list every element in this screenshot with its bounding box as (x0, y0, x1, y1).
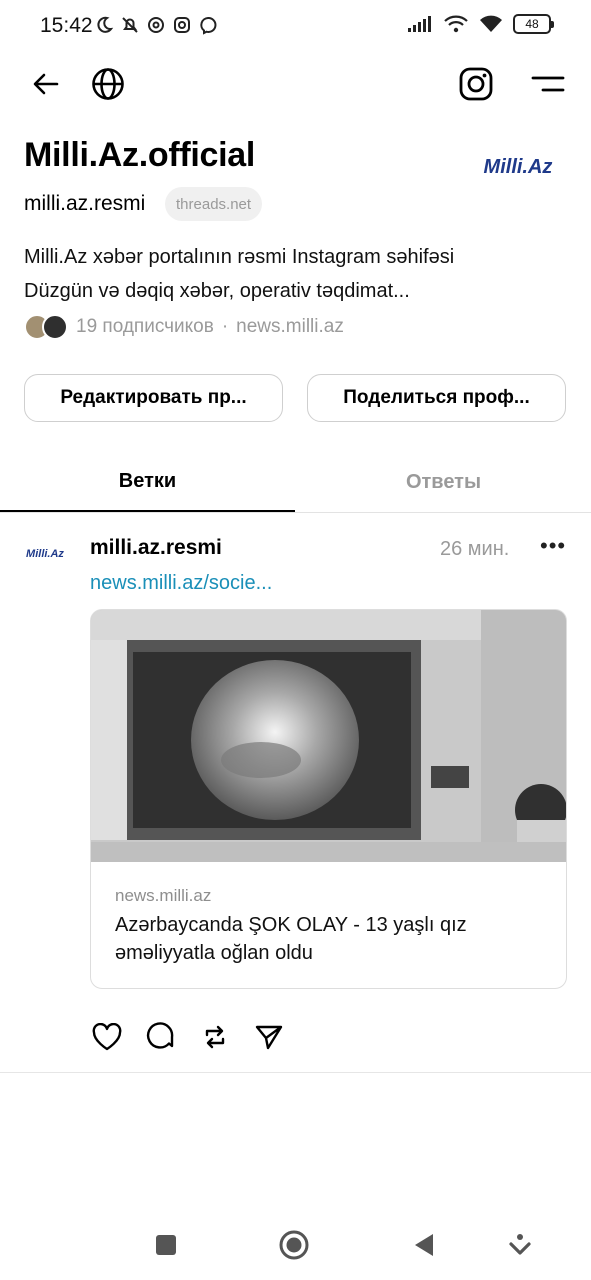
bell-off-icon (122, 17, 138, 33)
globe-icon (92, 68, 124, 100)
profile-avatar-logo[interactable]: Milli.Az (466, 156, 570, 179)
instagram-small-icon (174, 17, 190, 33)
post-timestamp: 26 мин. (440, 538, 510, 560)
messenger-icon (200, 17, 217, 35)
link-preview-image (91, 610, 566, 862)
post-more-button[interactable]: ••• (540, 533, 566, 559)
card-domain: news.milli.az (115, 886, 212, 905)
share-profile-button[interactable]: Поделиться проф... (307, 374, 566, 422)
wifi-icon (480, 15, 502, 32)
avatar (42, 314, 68, 340)
post-divider (0, 1072, 591, 1073)
wifi-call-icon (444, 15, 468, 33)
menu-icon (531, 76, 565, 92)
profile-name: Milli.Az.official (24, 136, 256, 174)
bio-line-2[interactable]: Düzgün və dəqiq xəbər, operativ təqdimat… (24, 274, 564, 308)
globe-button[interactable] (90, 66, 126, 102)
separator-dot: · (221, 316, 229, 337)
nav-extra-button[interactable] (505, 1230, 535, 1260)
profile-username: milli.az.resmi (24, 192, 146, 215)
followers-count[interactable]: 19 подписчиков (76, 316, 214, 338)
post-actions (90, 1020, 286, 1054)
moon-icon (97, 16, 114, 33)
threads-net-chip[interactable]: threads.net (165, 187, 263, 221)
repost-icon (205, 1025, 225, 1049)
heart-icon (92, 1023, 122, 1051)
back-nav-button[interactable] (409, 1230, 439, 1260)
threads-icon (148, 17, 164, 33)
menu-button[interactable] (530, 66, 566, 102)
comment-button[interactable] (144, 1020, 178, 1054)
recents-button[interactable] (151, 1230, 181, 1260)
repost-button[interactable] (198, 1020, 232, 1054)
status-system-icons: 48 (407, 14, 554, 34)
surgery-monitor-image (91, 610, 566, 862)
like-button[interactable] (90, 1020, 124, 1054)
square-icon (156, 1235, 176, 1255)
post-username[interactable]: milli.az.resmi (90, 536, 222, 560)
signal-icon (408, 16, 431, 32)
home-button[interactable] (279, 1230, 309, 1260)
back-button[interactable] (28, 66, 64, 102)
battery-indicator: 48 (513, 14, 554, 34)
website-link[interactable]: news.milli.az (236, 316, 344, 338)
status-time: 15:42 (40, 14, 93, 37)
comment-icon (146, 1022, 174, 1049)
share-button[interactable] (252, 1020, 286, 1054)
profile-bio: Milli.Az xəbər portalının rəsmi Instagra… (24, 240, 564, 308)
edit-profile-button[interactable]: Редактировать пр... (24, 374, 283, 422)
link-preview-card[interactable]: news.milli.az Azərbaycanda ŞOK OLAY - 13… (90, 609, 567, 989)
follower-avatars[interactable] (24, 314, 68, 340)
tab-threads[interactable]: Ветки (0, 452, 295, 512)
status-notification-icons (94, 15, 218, 35)
system-nav-bar (0, 1212, 591, 1276)
bio-line-1: Milli.Az xəbər portalının rəsmi Instagra… (24, 246, 455, 268)
instagram-button[interactable] (458, 66, 494, 102)
tab-replies[interactable]: Ответы (296, 452, 591, 512)
post-avatar[interactable]: Milli.Az (22, 548, 68, 560)
profile-tabs: Ветки Ответы (0, 452, 591, 513)
instagram-icon (459, 67, 493, 101)
post-link[interactable]: news.milli.az/socie... (90, 572, 272, 595)
followers-row: 19 подписчиков · news.milli.az (24, 314, 344, 340)
home-circle-icon (279, 1230, 309, 1260)
triangle-back-icon (415, 1234, 433, 1256)
arrow-left-icon (33, 73, 59, 95)
send-icon (255, 1025, 283, 1050)
card-title: Azərbaycanda ŞOK OLAY - 13 yaşlı qız əmə… (115, 914, 467, 964)
chevron-down-icon (509, 1234, 531, 1255)
